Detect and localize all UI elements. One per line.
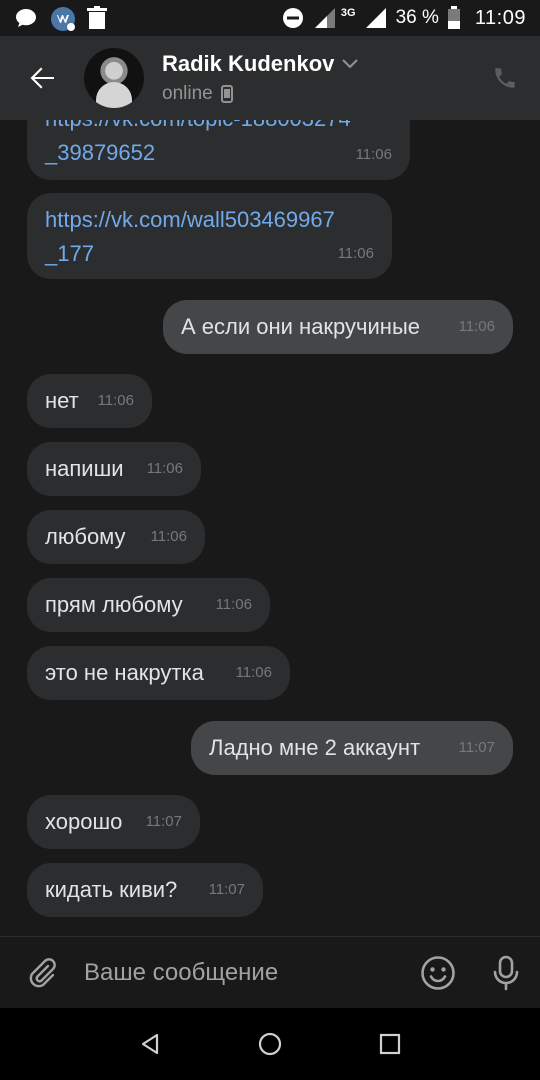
contact-name: Radik Kudenkov bbox=[162, 51, 335, 76]
notification-icons bbox=[14, 6, 110, 31]
message-time: 11:07 bbox=[208, 881, 245, 898]
message-text: напиши bbox=[45, 456, 124, 481]
nav-back-icon bbox=[141, 1033, 159, 1055]
call-button[interactable] bbox=[470, 36, 540, 120]
message-text: Ладно мне 2 аккаунт bbox=[209, 735, 421, 760]
message-link[interactable]: _39879652 bbox=[45, 136, 392, 170]
status-bar: 3G 36 % 11:09 bbox=[0, 0, 540, 36]
contact-status-row: online bbox=[162, 83, 358, 105]
message-text: это не накрутка bbox=[45, 660, 204, 685]
message-bubble-incoming[interactable]: прям любому 11:06 bbox=[27, 578, 270, 632]
nav-home-button[interactable] bbox=[240, 1014, 300, 1074]
nav-back-button[interactable] bbox=[120, 1014, 180, 1074]
message-link[interactable]: https://vk.com/wall503469967 bbox=[45, 203, 374, 237]
message-bubble-incoming[interactable]: напиши 11:06 bbox=[27, 442, 201, 496]
message-text: кидать киви? bbox=[45, 877, 178, 902]
do-not-disturb-icon bbox=[281, 6, 305, 30]
nav-recents-button[interactable] bbox=[360, 1014, 420, 1074]
back-arrow-icon bbox=[30, 67, 54, 89]
message-text: А если они накручиные bbox=[181, 314, 420, 339]
back-button[interactable] bbox=[0, 36, 84, 120]
emoji-button[interactable] bbox=[404, 937, 472, 1009]
microphone-icon bbox=[493, 955, 519, 990]
message-bubble-incoming[interactable]: https://vk.com/wall503469967 _177 11:06 bbox=[27, 193, 392, 279]
message-text: прям любому bbox=[45, 592, 183, 617]
message-bubble-incoming[interactable]: хорошо 11:07 bbox=[27, 795, 200, 849]
message-time: 11:06 bbox=[146, 460, 183, 477]
message-list[interactable]: https://vk.com/topic-188003274 _39879652… bbox=[0, 120, 540, 936]
voice-message-button[interactable] bbox=[472, 937, 540, 1009]
message-input[interactable] bbox=[84, 936, 404, 1009]
message-text: любому bbox=[45, 524, 126, 549]
message-bubble-incoming[interactable]: это не накрутка 11:06 bbox=[27, 646, 290, 700]
chat-header: Radik Kudenkov online bbox=[0, 36, 540, 120]
contact-name-row[interactable]: Radik Kudenkov bbox=[162, 51, 359, 77]
message-time: 11:06 bbox=[150, 528, 187, 545]
message-time: 11:07 bbox=[145, 813, 182, 830]
chevron-down-icon bbox=[342, 59, 359, 69]
message-link[interactable]: https://vk.com/topic-188003274 bbox=[45, 120, 392, 136]
message-composer bbox=[0, 936, 540, 1009]
message-link[interactable]: _177 bbox=[45, 237, 374, 271]
trash-icon bbox=[86, 6, 110, 30]
message-text: нет bbox=[45, 388, 79, 413]
signal-icon bbox=[364, 6, 388, 30]
system-status: 3G 36 % 11:09 bbox=[281, 6, 526, 30]
nav-home-icon bbox=[258, 1032, 282, 1056]
message-time: 11:06 bbox=[337, 245, 374, 262]
nav-recents-icon bbox=[379, 1033, 401, 1055]
battery-icon bbox=[447, 6, 461, 30]
message-bubble-incoming[interactable]: https://vk.com/topic-188003274 _39879652… bbox=[27, 120, 410, 180]
emoji-icon bbox=[421, 955, 455, 990]
chat-bubble-icon bbox=[14, 6, 38, 30]
vk-app-icon bbox=[50, 6, 75, 31]
system-navigation-bar bbox=[0, 1008, 540, 1080]
contact-status: online bbox=[162, 83, 213, 104]
message-time: 11:06 bbox=[355, 146, 392, 163]
status-time: 11:09 bbox=[474, 6, 526, 29]
message-time: 11:06 bbox=[235, 664, 272, 681]
avatar[interactable] bbox=[84, 48, 144, 108]
message-bubble-incoming[interactable]: кидать киви? 11:07 bbox=[27, 863, 263, 917]
contact-info[interactable]: Radik Kudenkov online bbox=[162, 51, 359, 105]
signal-icon bbox=[313, 6, 337, 30]
message-bubble-incoming[interactable]: любому 11:06 bbox=[27, 510, 205, 564]
network-type-label: 3G bbox=[340, 7, 356, 19]
message-time: 11:06 bbox=[97, 392, 134, 409]
message-bubble-incoming[interactable]: нет 11:06 bbox=[27, 374, 152, 428]
message-bubble-outgoing[interactable]: А если они накручиные 11:06 bbox=[163, 300, 513, 354]
message-text: хорошо bbox=[45, 809, 123, 834]
phone-icon bbox=[495, 68, 515, 88]
mobile-device-icon bbox=[220, 85, 233, 103]
message-time: 11:06 bbox=[458, 318, 495, 335]
attach-button[interactable] bbox=[0, 937, 84, 1009]
paperclip-icon bbox=[29, 957, 56, 987]
message-bubble-outgoing[interactable]: Ладно мне 2 аккаунт 11:07 bbox=[191, 721, 513, 775]
message-time: 11:07 bbox=[458, 739, 495, 756]
message-time: 11:06 bbox=[215, 596, 252, 613]
battery-percent: 36 % bbox=[395, 7, 439, 28]
